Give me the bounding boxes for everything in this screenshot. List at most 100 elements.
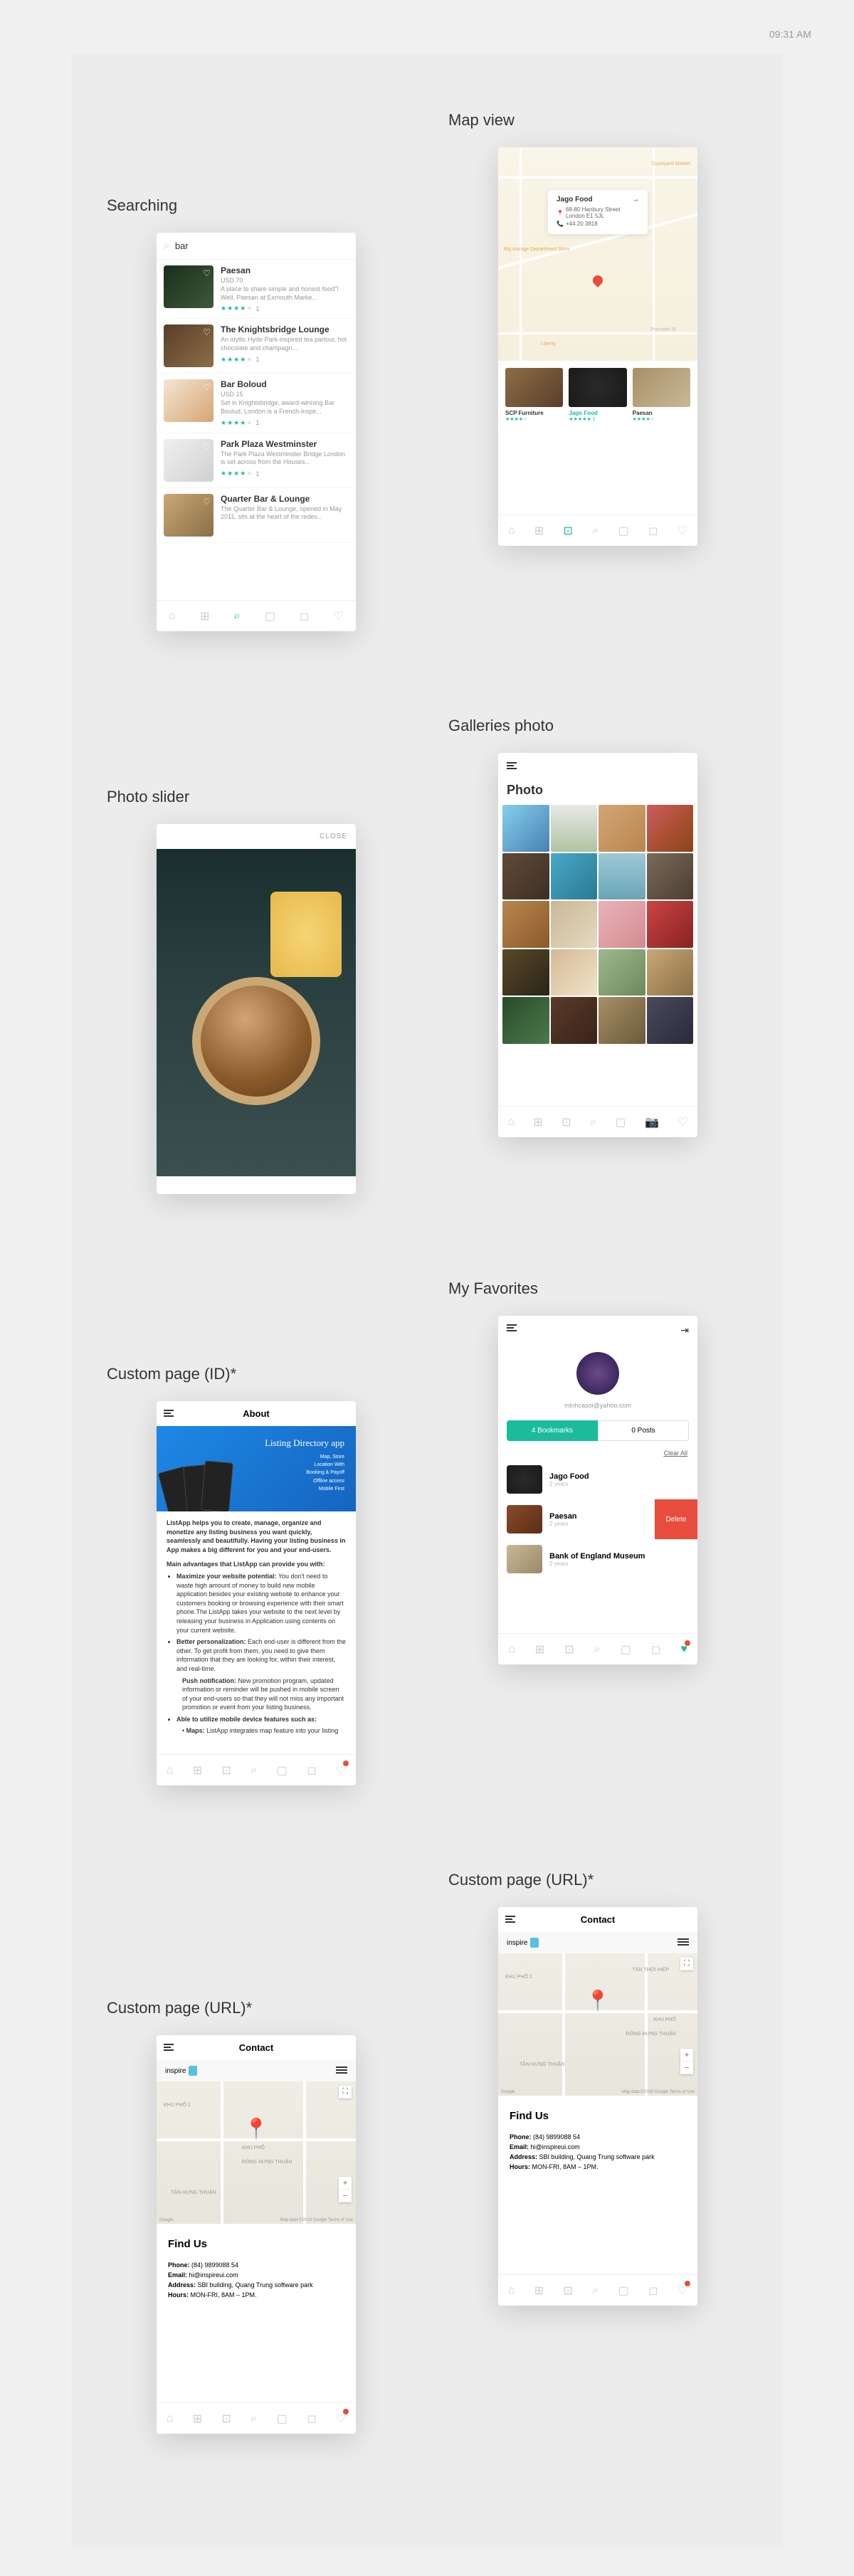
gallery-item[interactable] <box>502 949 549 996</box>
gallery-item[interactable] <box>647 805 694 852</box>
grid-icon[interactable]: ⊞ <box>534 524 544 538</box>
gallery-item[interactable] <box>551 805 598 852</box>
map-card[interactable]: SCP Furniture★★★★☆ <box>505 368 563 422</box>
search-tab-icon[interactable]: ⌕ <box>594 1643 601 1656</box>
heart-icon[interactable]: ♡ <box>203 268 211 278</box>
map-tab-icon[interactable]: ▢ <box>265 609 275 623</box>
heart-tab-icon[interactable]: ♡ <box>336 2412 346 2426</box>
home-icon[interactable]: ⌂ <box>508 524 515 537</box>
zoom-out-button[interactable]: − <box>339 2190 352 2202</box>
slider-photo[interactable] <box>157 849 356 1176</box>
map-tab-icon[interactable]: ⊡ <box>564 1642 574 1657</box>
bookmark-icon[interactable]: ▢ <box>615 1115 626 1129</box>
zoom-in-button[interactable]: + <box>680 2049 693 2062</box>
fav-item[interactable]: Jago Food2 years <box>498 1459 697 1499</box>
fav-item[interactable]: Bank of England Museum2 years <box>498 1539 697 1579</box>
home-icon[interactable]: ⌂ <box>169 610 176 623</box>
search-tab-icon[interactable]: ⌕ <box>251 1764 257 1777</box>
search-tab-icon[interactable]: ⌕ <box>590 1116 596 1129</box>
menu-icon[interactable] <box>507 1324 517 1336</box>
bookmark-icon[interactable]: ▢ <box>277 1763 288 1778</box>
grid-icon[interactable]: ⊞ <box>534 2284 544 2298</box>
search-result[interactable]: ♡Bar BoloudUSD 15Set in Knightsbridge, a… <box>157 374 356 433</box>
gallery-item[interactable] <box>502 805 549 852</box>
bookmarks-tab[interactable]: 4 Bookmarks <box>507 1420 598 1441</box>
bookmark-icon[interactable]: ▢ <box>618 524 629 538</box>
site-menu-icon[interactable] <box>678 1938 689 1947</box>
map-card[interactable]: Jago Food★★★★★ 1 <box>569 368 626 422</box>
grid-icon[interactable]: ⊞ <box>535 1642 544 1657</box>
gallery-item[interactable] <box>647 949 694 996</box>
gallery-item[interactable] <box>647 901 694 948</box>
clear-all-button[interactable]: Clear All <box>498 1447 697 1459</box>
gallery-item[interactable] <box>551 997 598 1044</box>
contact-map[interactable]: KHU PHỐ 2 TÂN THỚI HIỆP KHU PHỐ ĐÔNG HƯN… <box>498 1953 697 2096</box>
home-icon[interactable]: ⌂ <box>508 1643 515 1656</box>
fav-item[interactable]: Paesan2 yearsDelete <box>498 1499 697 1539</box>
home-icon[interactable]: ⌂ <box>507 1116 515 1129</box>
zoom-in-button[interactable]: + <box>339 2177 352 2190</box>
gallery-item[interactable] <box>647 997 694 1044</box>
brand-logo[interactable]: inspire <box>507 1938 539 1948</box>
logout-icon[interactable]: ⇥ <box>680 1324 689 1336</box>
zoom-out-button[interactable]: − <box>680 2062 693 2074</box>
search-tab-icon[interactable]: ⌕ <box>234 610 241 623</box>
heart-tab-icon[interactable]: ♡ <box>336 1763 346 1778</box>
menu-icon[interactable] <box>505 1916 515 1924</box>
posts-tab[interactable]: 0 Posts <box>598 1420 689 1441</box>
camera-icon[interactable]: ◻ <box>648 524 658 538</box>
menu-icon[interactable] <box>164 2044 174 2052</box>
gallery-item[interactable] <box>551 853 598 900</box>
map-tab-icon[interactable]: ⊡ <box>222 2412 231 2426</box>
menu-icon[interactable] <box>507 762 517 771</box>
grid-icon[interactable]: ⊞ <box>193 1763 202 1778</box>
search-result[interactable]: ♡PaesanUSD 70A place to share simple and… <box>157 260 356 319</box>
gallery-item[interactable] <box>502 901 549 948</box>
gallery-item[interactable] <box>599 805 645 852</box>
avatar[interactable] <box>576 1352 619 1395</box>
map-pin-icon[interactable] <box>591 273 605 287</box>
home-icon[interactable]: ⌂ <box>167 1764 174 1777</box>
gallery-item[interactable] <box>599 901 645 948</box>
camera-icon[interactable]: ◻ <box>651 1642 660 1657</box>
search-tab-icon[interactable]: ⌕ <box>592 2284 599 2297</box>
search-input[interactable] <box>175 241 349 251</box>
bookmark-icon[interactable]: ▢ <box>277 2412 288 2426</box>
heart-icon[interactable]: ♡ <box>203 497 211 507</box>
search-tab-icon[interactable]: ⌕ <box>251 2412 257 2425</box>
bookmark-icon[interactable]: ▢ <box>621 1642 631 1657</box>
camera-icon[interactable]: ◻ <box>307 1763 316 1778</box>
gallery-item[interactable] <box>599 853 645 900</box>
heart-tab-icon[interactable]: ♥ <box>680 1643 687 1656</box>
gallery-item[interactable] <box>647 853 694 900</box>
search-result[interactable]: ♡Park Plaza WestminsterThe Park Plaza We… <box>157 433 356 488</box>
brand-logo[interactable]: inspire <box>165 2066 197 2076</box>
gallery-item[interactable] <box>599 949 645 996</box>
heart-icon[interactable]: ♡ <box>203 327 211 337</box>
camera-icon[interactable]: ◻ <box>300 609 309 623</box>
home-icon[interactable]: ⌂ <box>508 2284 515 2297</box>
map-tab-icon[interactable]: ⊡ <box>562 1115 571 1129</box>
delete-button[interactable]: Delete <box>655 1499 697 1539</box>
home-icon[interactable]: ⌂ <box>167 2412 174 2425</box>
map-tab-icon[interactable]: ⊡ <box>564 524 573 538</box>
grid-icon[interactable]: ⊞ <box>533 1115 542 1129</box>
map-tab-icon[interactable]: ⊡ <box>564 2284 573 2298</box>
grid-icon[interactable]: ⊞ <box>193 2412 202 2426</box>
close-button[interactable]: CLOSE <box>157 824 356 849</box>
heart-tab-icon[interactable]: ♡ <box>678 1115 687 1129</box>
heart-icon[interactable]: ♡ <box>203 442 211 452</box>
map-expand-button[interactable]: ⛶ <box>339 2086 352 2099</box>
map-popup[interactable]: Jago Food→ 📍68-80 Hanbury StreetLondon E… <box>548 190 648 234</box>
heart-tab-icon[interactable]: ♡ <box>678 524 687 538</box>
search-result[interactable]: ♡The Knightsbridge LoungeAn idyllic Hyde… <box>157 319 356 374</box>
contact-map[interactable]: KHU PHỐ 2 KHU PHỐ ĐÔNG HƯNG THUẬN TÂN HƯ… <box>157 2081 356 2224</box>
map-tab-icon[interactable]: ⊡ <box>222 1763 231 1778</box>
heart-icon[interactable]: ♡ <box>203 382 211 392</box>
camera-icon[interactable]: ◻ <box>307 2412 316 2426</box>
gallery-item[interactable] <box>599 997 645 1044</box>
gallery-item[interactable] <box>502 853 549 900</box>
heart-tab-icon[interactable]: ♡ <box>678 2284 687 2298</box>
camera-icon[interactable]: ◻ <box>648 2284 658 2298</box>
heart-tab-icon[interactable]: ♡ <box>333 609 343 623</box>
